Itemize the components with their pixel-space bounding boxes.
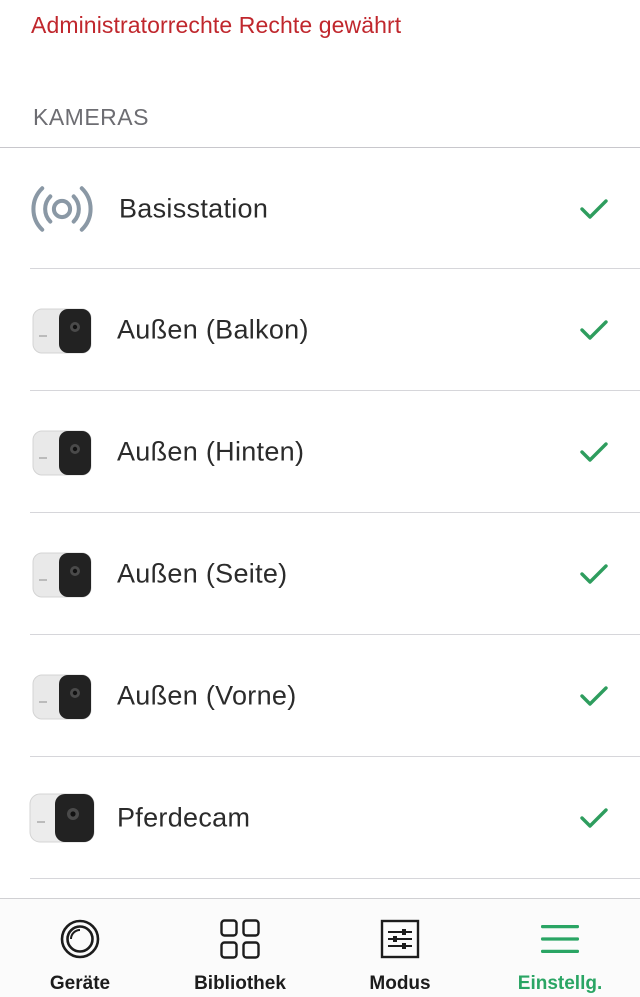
base-station-icon [26,173,98,245]
library-grid-icon [218,917,262,961]
tab-label: Modus [369,973,431,994]
checkmark-icon [580,564,608,584]
device-row-aussen-seite[interactable]: Außen (Seite) [0,513,640,635]
section-header-cameras: KAMERAS [33,104,149,130]
device-row-aussen-hinten[interactable]: Außen (Hinten) [0,391,640,513]
device-label: Außen (Seite) [117,558,288,589]
device-row-aussen-vorne[interactable]: Außen (Vorne) [0,635,640,757]
tab-einstellungen[interactable]: Einstellg. [480,899,640,997]
devices-icon [58,917,102,961]
camera-icon [26,782,98,854]
checkmark-icon [580,686,608,706]
checkmark-icon [580,442,608,462]
mode-sliders-icon [378,917,422,961]
camera-icon [26,416,98,488]
device-row-aussen-balkon[interactable]: Außen (Balkon) [0,269,640,391]
device-label: Außen (Balkon) [117,314,309,345]
row-separator [30,878,640,879]
tab-label: Bibliothek [194,973,286,994]
tab-geraete[interactable]: Geräte [0,899,160,997]
bottom-tab-bar: Geräte Bibliothek Modus Einstellg. [0,898,640,997]
camera-icon [26,538,98,610]
device-row-pferdecam[interactable]: Pferdecam [0,757,640,879]
camera-icon [26,294,98,366]
camera-icon [26,660,98,732]
device-label: Basisstation [119,193,269,223]
checkmark-icon [580,320,608,340]
device-label: Außen (Vorne) [117,680,297,711]
checkmark-icon [580,808,608,828]
device-label: Außen (Hinten) [117,436,305,467]
tab-modus[interactable]: Modus [320,899,480,997]
menu-icon [538,917,582,961]
checkmark-icon [580,198,608,219]
device-label: Pferdecam [117,802,251,833]
device-row-basisstation[interactable]: Basisstation [0,148,640,269]
admin-rights-notice: Administratorrechte Rechte gewährt [31,12,402,38]
tab-label: Einstellg. [517,973,603,994]
tab-bibliothek[interactable]: Bibliothek [160,899,320,997]
tab-label: Geräte [49,973,111,994]
camera-list: Basisstation Außen (Balkon) Außen (Hinte… [0,148,640,879]
